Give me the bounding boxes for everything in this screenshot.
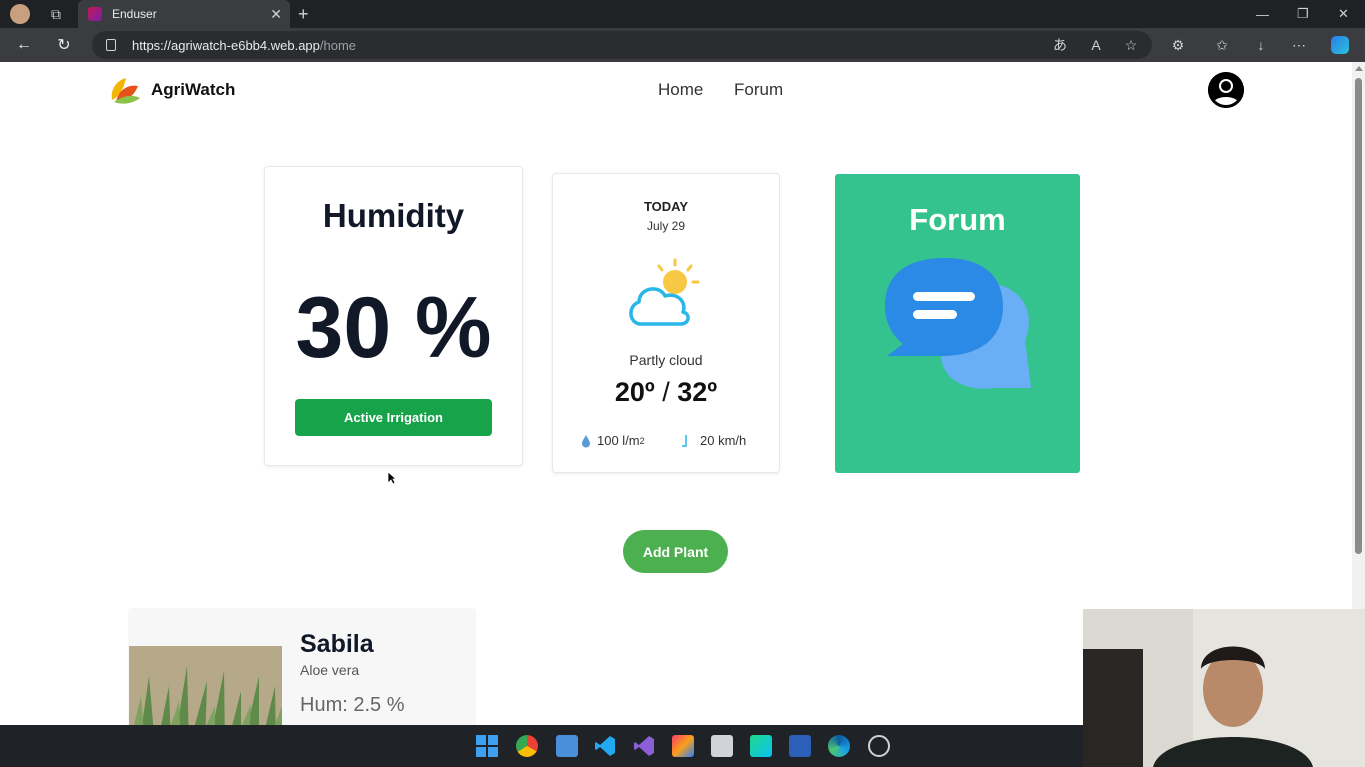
lock-icon: [106, 39, 116, 51]
minimize-icon[interactable]: —: [1256, 0, 1269, 28]
humidity-title: Humidity: [322, 197, 465, 234]
browser-toolbar: ← ↻ https://agriwatch-e6bb4.web.app/home…: [0, 28, 1365, 62]
notepad-icon[interactable]: [556, 735, 578, 757]
nav-forum[interactable]: Forum: [734, 80, 783, 100]
temp-min: 20º: [614, 377, 655, 407]
close-window-icon[interactable]: ✕: [1338, 0, 1349, 28]
url-text: https://agriwatch-e6bb4.web.app/home: [132, 37, 357, 53]
address-bar[interactable]: https://agriwatch-e6bb4.web.app/home: [92, 31, 1152, 59]
active-irrigation-button[interactable]: Active Irrigation: [295, 399, 492, 436]
downloads-icon[interactable]: ↓: [1251, 35, 1271, 55]
chrome-icon[interactable]: [516, 735, 538, 757]
intellij-icon[interactable]: [672, 735, 694, 757]
read-aloud-icon[interactable]: A: [1086, 35, 1106, 55]
workspaces-icon[interactable]: ⧉: [42, 0, 70, 28]
refresh-icon[interactable]: ↻: [54, 35, 74, 55]
weather-day: TODAY: [643, 199, 689, 214]
scrollbar-thumb[interactable]: [1355, 78, 1362, 554]
word-icon[interactable]: [789, 735, 811, 757]
forum-title: Forum: [909, 202, 1006, 237]
visual-studio-icon[interactable]: [633, 735, 655, 757]
temp-max: 32º: [677, 377, 718, 407]
plant-card[interactable]: Sabila Aloe vera Hum: 2.5 %: [128, 608, 476, 725]
wind-stat: 20 km/h: [680, 433, 746, 448]
back-icon[interactable]: ←: [14, 35, 34, 55]
edge-icon[interactable]: [828, 735, 850, 757]
close-tab-icon[interactable]: ✕: [270, 6, 282, 23]
vscode-icon[interactable]: [594, 735, 616, 757]
weather-card: TODAY July 29 Partly cloud 20º / 32º 100…: [552, 173, 780, 473]
water-drop-icon: [582, 434, 590, 447]
wind-value: 20 km/h: [700, 433, 747, 448]
plant-image: [129, 646, 282, 725]
copilot-icon[interactable]: [1330, 35, 1350, 55]
partly-cloudy-icon: [625, 254, 709, 335]
browser-tab[interactable]: Enduser ✕: [78, 0, 290, 28]
brand-name: AgriWatch: [151, 80, 236, 99]
recorder-icon[interactable]: [868, 735, 890, 757]
scroll-up-icon[interactable]: [1355, 66, 1363, 71]
forum-card[interactable]: Forum: [835, 174, 1080, 473]
add-plant-button[interactable]: Add Plant: [623, 530, 728, 573]
favorite-star-icon[interactable]: ☆: [1121, 35, 1141, 55]
weather-condition: Partly cloud: [629, 352, 703, 368]
rain-unit-sup: 2: [639, 435, 645, 446]
plant-scientific-name: Aloe vera: [300, 662, 360, 678]
favorites-icon[interactable]: ✩: [1212, 35, 1232, 55]
webstorm-icon[interactable]: [750, 735, 772, 757]
translate-icon[interactable]: あ: [1050, 35, 1070, 55]
humidity-value: 30 %: [295, 280, 492, 376]
profile-avatar-icon[interactable]: [6, 0, 34, 28]
rain-stat: 100 l/m 2: [581, 433, 645, 448]
plant-name: Sabila: [300, 630, 374, 658]
rain-value: 100 l/m: [597, 433, 640, 448]
user-avatar-icon[interactable]: [1208, 72, 1244, 108]
webcam-overlay: [1083, 609, 1365, 767]
restore-icon[interactable]: ❐: [1297, 0, 1309, 28]
more-menu-icon[interactable]: ⋯: [1289, 35, 1309, 55]
temp-separator: /: [662, 377, 670, 407]
new-tab-icon[interactable]: +: [298, 4, 309, 25]
browser-tabbar: ⧉ Enduser ✕ + — ❐ ✕: [0, 0, 1365, 28]
angular-favicon-icon: [88, 7, 102, 21]
weather-temperature: 20º / 32º: [553, 377, 779, 408]
wind-icon: [682, 434, 687, 447]
calculator-icon[interactable]: [711, 735, 733, 757]
mouse-cursor-icon: [387, 471, 398, 490]
nav-home[interactable]: Home: [658, 80, 703, 100]
humidity-card: Humidity 30 % Active Irrigation: [264, 166, 523, 466]
chat-bubbles-icon: [885, 256, 1035, 397]
weather-date: July 29: [646, 219, 686, 233]
tab-title: Enduser: [112, 7, 157, 21]
agriwatch-logo-icon: [108, 74, 142, 106]
extensions-icon[interactable]: ⚙: [1168, 35, 1188, 55]
windows-start-icon[interactable]: [476, 735, 498, 757]
brand[interactable]: AgriWatch: [108, 74, 235, 106]
plant-humidity: Hum: 2.5 %: [300, 694, 405, 716]
